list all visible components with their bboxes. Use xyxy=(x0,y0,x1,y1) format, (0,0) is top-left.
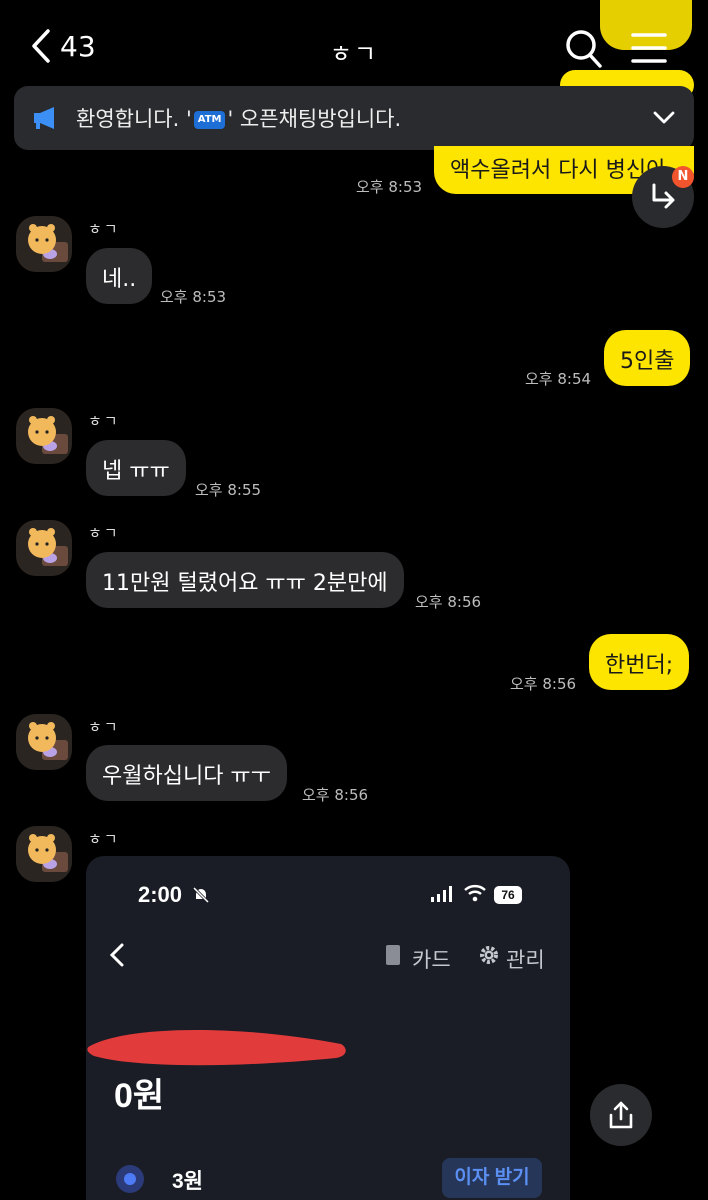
avatar-character-icon xyxy=(28,834,68,872)
message-time: 오후 8:55 xyxy=(195,481,262,499)
share-icon xyxy=(609,1101,633,1129)
message-time: 오후 8:56 xyxy=(510,675,577,693)
avatar[interactable] xyxy=(16,216,72,272)
shot-clock: 2:00 xyxy=(138,882,183,907)
message-time: 오후 8:53 xyxy=(356,178,423,196)
share-button[interactable] xyxy=(590,1084,652,1146)
sender-name: ㅎㄱ xyxy=(88,718,120,736)
message-bubble-incoming: 11만원 털렸어요 ㅠㅠ 2분만에 xyxy=(86,552,404,608)
notice-text: 환영합니다. ' ATM ' 오픈채팅방입니다. xyxy=(76,107,402,131)
avatar-character-icon xyxy=(28,224,68,262)
message-bubble-incoming: 넵 ㅠㅠ xyxy=(86,440,186,496)
search-button[interactable] xyxy=(564,26,604,74)
avatar[interactable] xyxy=(16,408,72,464)
red-scribble-redaction xyxy=(87,1029,346,1066)
message-time: 오후 8:53 xyxy=(160,288,227,306)
chevron-left-icon xyxy=(109,943,124,967)
gear-icon xyxy=(480,946,498,964)
atm-badge: ATM xyxy=(193,111,226,129)
avatar-character-icon xyxy=(28,528,68,566)
new-badge: N xyxy=(672,166,694,188)
sender-name: ㅎㄱ xyxy=(88,830,120,848)
hamburger-menu-icon xyxy=(631,33,667,63)
sender-name: ㅎㄱ xyxy=(88,524,120,542)
chevron-down-icon[interactable] xyxy=(652,110,676,126)
image-message[interactable]: 2:00 76 카드 관리 0원 3원 이자 받기 xyxy=(86,856,570,1200)
shot-card-label: 카드 xyxy=(412,949,451,972)
card-icon xyxy=(386,945,400,965)
message-time: 오후 8:56 xyxy=(415,593,482,611)
bell-slash-icon xyxy=(192,886,210,904)
arrow-turn-down-right-icon xyxy=(652,183,675,209)
message-bubble-outgoing: 한번더; xyxy=(589,634,690,690)
avatar[interactable] xyxy=(16,714,72,770)
signal-icon xyxy=(431,886,452,902)
avatar-character-icon xyxy=(28,722,68,760)
message-bubble-incoming: 우월하십니다 ㅠㅜ xyxy=(86,745,287,801)
message-time: 오후 8:56 xyxy=(302,786,369,804)
sender-name: ㅎㄱ xyxy=(88,412,120,430)
search-icon xyxy=(566,30,602,68)
wifi-icon xyxy=(464,885,486,902)
shot-balance: 0원 xyxy=(114,1077,165,1115)
megaphone-icon xyxy=(34,107,54,129)
message-bubble-outgoing: 5인출 xyxy=(604,330,691,386)
message-bubble-incoming: 네.. xyxy=(86,248,153,304)
battery-indicator: 76 xyxy=(494,886,522,904)
avatar[interactable] xyxy=(16,826,72,882)
message-time: 오후 8:54 xyxy=(525,370,592,388)
notice-banner[interactable]: 환영합니다. ' ATM ' 오픈채팅방입니다. xyxy=(14,86,694,150)
menu-button[interactable] xyxy=(630,26,668,74)
avatar-character-icon xyxy=(28,416,68,454)
avatar[interactable] xyxy=(16,520,72,576)
shot-manage-label: 관리 xyxy=(506,949,545,972)
shot-sub-amount: 3원 xyxy=(172,1170,203,1193)
shot-radio xyxy=(116,1165,144,1193)
sender-name: ㅎㄱ xyxy=(88,220,120,238)
shot-interest-button: 이자 받기 xyxy=(442,1158,542,1198)
